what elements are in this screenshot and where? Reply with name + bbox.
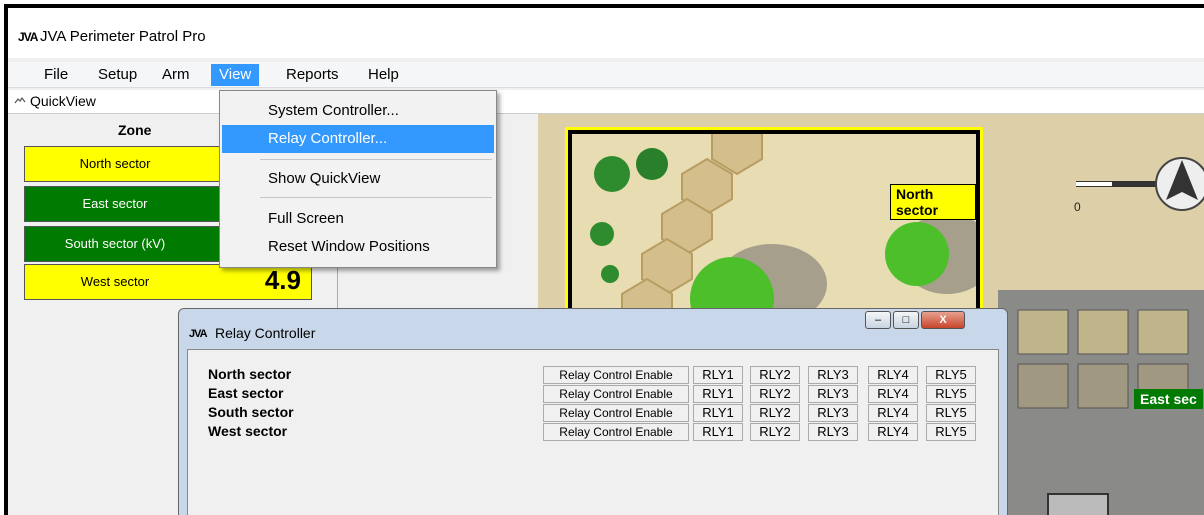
north-sector-frame[interactable]: North sector (565, 127, 983, 333)
garden-illustration (572, 134, 976, 326)
relay-2-button[interactable]: RLY2 (750, 366, 800, 384)
relay-3-button[interactable]: RLY3 (808, 404, 858, 422)
relay-panel: North sector Relay Control Enable RLY1 R… (187, 349, 999, 515)
relay-3-button[interactable]: RLY3 (808, 423, 858, 441)
relay-5-button[interactable]: RLY5 (926, 366, 976, 384)
relay-5-button[interactable]: RLY5 (926, 404, 976, 422)
relay-row-label: West sector (208, 423, 288, 439)
relay-4-button[interactable]: RLY4 (868, 423, 918, 441)
relay-2-button[interactable]: RLY2 (750, 404, 800, 422)
menu-item-reset-window-positions[interactable]: Reset Window Positions (222, 233, 494, 261)
relay-1-button[interactable]: RLY1 (693, 385, 743, 403)
map-east-sector-label[interactable]: East sec (1134, 389, 1203, 409)
menu-item-show-quickview[interactable]: Show QuickView (222, 165, 494, 193)
menu-file[interactable]: File (36, 64, 76, 86)
menu-bar: File Setup Arm View Reports Help (8, 62, 1204, 88)
relay-4-button[interactable]: RLY4 (868, 404, 918, 422)
relay-2-button[interactable]: RLY2 (750, 385, 800, 403)
app-window: JVA JVA Perimeter Patrol Pro File Setup … (4, 4, 1204, 515)
menu-view[interactable]: View (211, 64, 260, 86)
relay-enable-button[interactable]: Relay Control Enable (543, 366, 689, 384)
relay-1-button[interactable]: RLY1 (693, 404, 743, 422)
map-north-sector-label[interactable]: North sector (890, 184, 976, 220)
compass-scale-label: 0 (1074, 200, 1081, 214)
menu-item-full-screen[interactable]: Full Screen (222, 205, 494, 233)
zone-label: North sector (79, 156, 151, 171)
app-logo: JVA (18, 30, 38, 44)
relay-4-button[interactable]: RLY4 (868, 366, 918, 384)
window-title: JVA Perimeter Patrol Pro (40, 28, 206, 45)
relay-1-button[interactable]: RLY1 (693, 366, 743, 384)
relay-2-button[interactable]: RLY2 (750, 423, 800, 441)
relay-1-button[interactable]: RLY1 (693, 423, 743, 441)
menu-separator (260, 159, 492, 160)
zone-label: South sector (kV) (64, 236, 166, 251)
menu-separator (260, 197, 492, 198)
view-menu-dropdown: System Controller... Relay Controller...… (219, 90, 497, 268)
chevron-up-icon[interactable] (14, 95, 26, 107)
menu-reports[interactable]: Reports (278, 64, 347, 86)
relay-3-button[interactable]: RLY3 (808, 385, 858, 403)
close-button[interactable]: X (921, 311, 965, 329)
quickview-bar[interactable]: QuickView (8, 90, 1204, 114)
quickview-label: QuickView (30, 93, 96, 109)
menu-help[interactable]: Help (360, 64, 407, 86)
title-bar: JVA JVA Perimeter Patrol Pro (8, 8, 1204, 58)
zone-label: West sector (80, 274, 150, 289)
relay-4-button[interactable]: RLY4 (868, 385, 918, 403)
compass-icon (1076, 157, 1204, 211)
relay-enable-button[interactable]: Relay Control Enable (543, 423, 689, 441)
menu-setup[interactable]: Setup (90, 64, 145, 86)
zone-row-west[interactable]: West sector 4.9 (24, 264, 312, 300)
minimize-button[interactable]: ‒ (865, 311, 891, 329)
relay-5-button[interactable]: RLY5 (926, 423, 976, 441)
menu-item-system-controller[interactable]: System Controller... (222, 97, 494, 125)
zone-header: Zone (118, 122, 152, 138)
relay-window-title: Relay Controller (215, 325, 316, 341)
relay-row-label: East sector (208, 385, 284, 401)
relay-3-button[interactable]: RLY3 (808, 366, 858, 384)
maximize-button[interactable]: □ (893, 311, 919, 329)
menu-arm[interactable]: Arm (154, 64, 198, 86)
menu-item-relay-controller[interactable]: Relay Controller... (222, 125, 494, 153)
relay-row-label: South sector (208, 404, 294, 420)
zone-value: 4.9 (264, 265, 301, 295)
relay-window-logo: JVA (189, 328, 208, 340)
relay-5-button[interactable]: RLY5 (926, 385, 976, 403)
relay-enable-button[interactable]: Relay Control Enable (543, 404, 689, 422)
relay-row-label: North sector (208, 366, 292, 382)
zone-label: East sector (82, 196, 148, 211)
relay-controller-window: JVA Relay Controller ‒ □ X North sector … (178, 308, 1008, 515)
relay-enable-button[interactable]: Relay Control Enable (543, 385, 689, 403)
